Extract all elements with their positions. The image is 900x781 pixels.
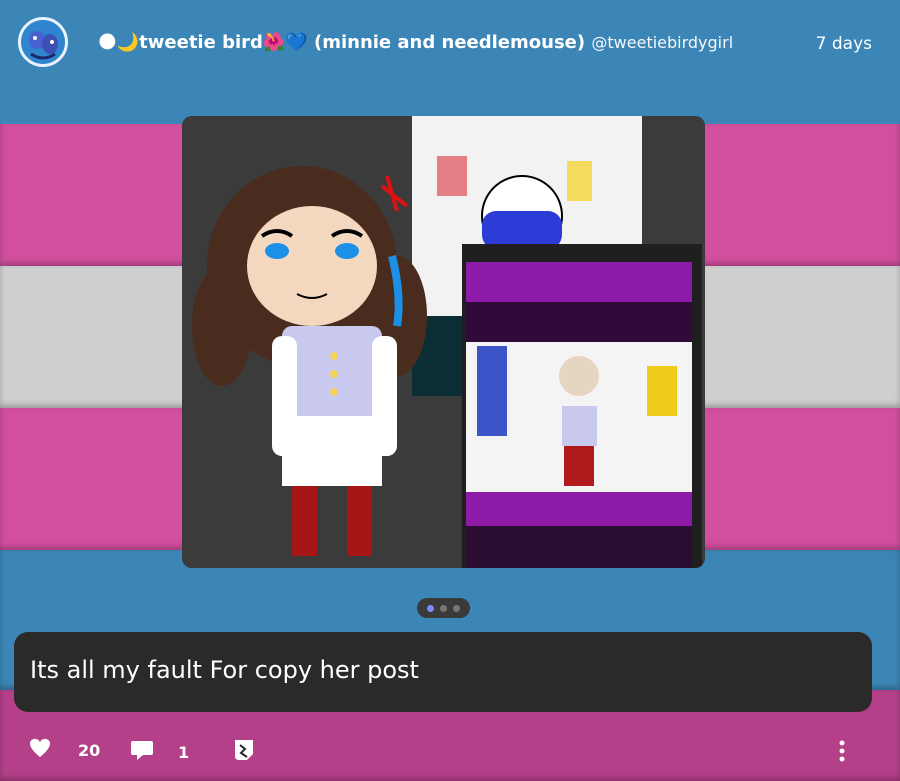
reblog-icon xyxy=(233,738,255,766)
vertical-ellipsis-icon xyxy=(838,740,846,766)
post-caption: Its all my fault For copy her post xyxy=(14,632,872,712)
author-name[interactable]: 🌑🌙tweetie bird🌺💙 (minnie and needlemouse… xyxy=(98,32,585,53)
stripe-blue xyxy=(0,0,900,124)
carousel-dot[interactable] xyxy=(440,604,447,612)
reblog-button[interactable] xyxy=(233,738,255,766)
carousel-dot[interactable] xyxy=(453,604,460,612)
author-handle[interactable]: @tweetiebirdygirl xyxy=(591,33,733,52)
carousel-dot-active[interactable] xyxy=(427,604,434,612)
more-options-button[interactable] xyxy=(838,740,846,766)
post-image-artwork xyxy=(182,116,705,568)
comment-button[interactable]: 1 xyxy=(130,738,189,766)
comment-count: 1 xyxy=(178,742,190,762)
post-timestamp: 7 days xyxy=(815,34,872,54)
like-button[interactable]: 20 xyxy=(29,738,100,762)
carousel-indicator[interactable] xyxy=(417,598,470,618)
post-image[interactable] xyxy=(182,116,705,568)
like-count: 20 xyxy=(78,740,101,760)
speech-bubble-icon xyxy=(130,738,154,766)
avatar[interactable] xyxy=(18,17,68,67)
heart-icon xyxy=(29,738,51,762)
post-author[interactable]: 🌑🌙tweetie bird🌺💙 (minnie and needlemouse… xyxy=(98,32,733,53)
